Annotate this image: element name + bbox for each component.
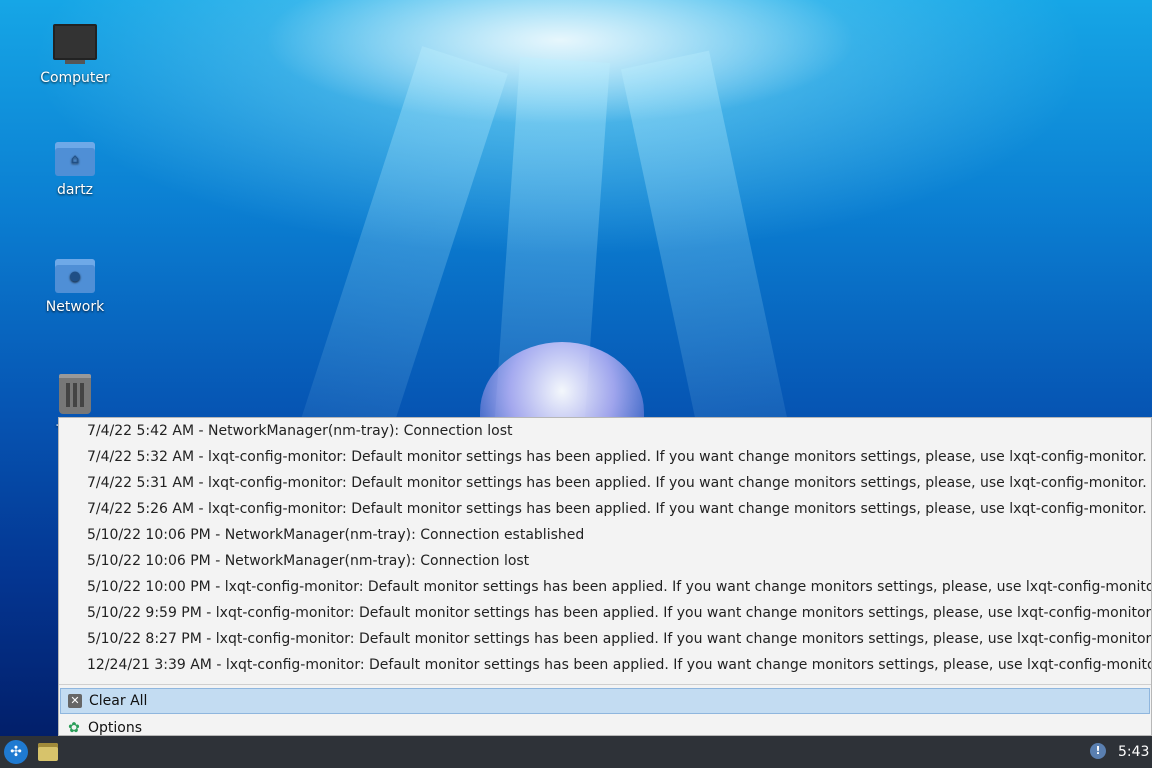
- notification-item[interactable]: 7/4/22 5:42 AM - NetworkManager(nm-tray)…: [59, 418, 1151, 444]
- clear-all-label: Clear All: [89, 693, 148, 709]
- notification-list: 7/4/22 5:42 AM - NetworkManager(nm-tray)…: [59, 418, 1151, 678]
- start-menu-button[interactable]: ✣: [4, 740, 28, 764]
- notification-item[interactable]: 12/24/21 3:39 AM - lxqt-config-monitor: …: [59, 652, 1151, 678]
- desktop-icon-network[interactable]: ● Network: [20, 259, 130, 315]
- computer-icon: [53, 24, 97, 64]
- notification-history-popup: 7/4/22 5:42 AM - NetworkManager(nm-tray)…: [58, 417, 1152, 736]
- desktop-icon-computer[interactable]: Computer: [20, 24, 130, 86]
- clear-all-button[interactable]: ✕ Clear All: [60, 688, 1150, 714]
- notification-bell-icon: !: [1095, 744, 1101, 757]
- desktop-icon-label: dartz: [56, 182, 94, 198]
- notification-item[interactable]: 7/4/22 5:32 AM - lxqt-config-monitor: De…: [59, 444, 1151, 470]
- trash-icon: [59, 374, 91, 414]
- notification-item[interactable]: 5/10/22 10:00 PM - lxqt-config-monitor: …: [59, 574, 1151, 600]
- menu-separator: [59, 684, 1151, 685]
- desktop-icon-home[interactable]: ⌂ dartz: [20, 142, 130, 198]
- network-folder-icon: ●: [55, 259, 95, 293]
- home-folder-icon: ⌂: [55, 142, 95, 176]
- options-label: Options: [88, 720, 143, 736]
- taskbar-clock[interactable]: 5:43: [1118, 736, 1149, 768]
- options-gear-icon: ✿: [68, 720, 80, 736]
- file-manager-launcher-icon[interactable]: [38, 743, 58, 761]
- notification-item[interactable]: 5/10/22 9:59 PM - lxqt-config-monitor: D…: [59, 600, 1151, 626]
- desktop-icon-label: Computer: [40, 70, 110, 86]
- notification-item[interactable]: 5/10/22 10:06 PM - NetworkManager(nm-tra…: [59, 548, 1151, 574]
- clear-icon: ✕: [68, 694, 82, 708]
- notification-tray-icon[interactable]: !: [1090, 743, 1106, 759]
- notification-item[interactable]: 5/10/22 8:27 PM - lxqt-config-monitor: D…: [59, 626, 1151, 652]
- notification-item[interactable]: 7/4/22 5:26 AM - lxqt-config-monitor: De…: [59, 496, 1151, 522]
- desktop-icon-label: Network: [45, 299, 105, 315]
- taskbar: ✣ ! 5:43: [0, 736, 1152, 768]
- notification-item[interactable]: 7/4/22 5:31 AM - lxqt-config-monitor: De…: [59, 470, 1151, 496]
- notification-item[interactable]: 5/10/22 10:06 PM - NetworkManager(nm-tra…: [59, 522, 1151, 548]
- lxqt-logo-icon: ✣: [10, 744, 22, 760]
